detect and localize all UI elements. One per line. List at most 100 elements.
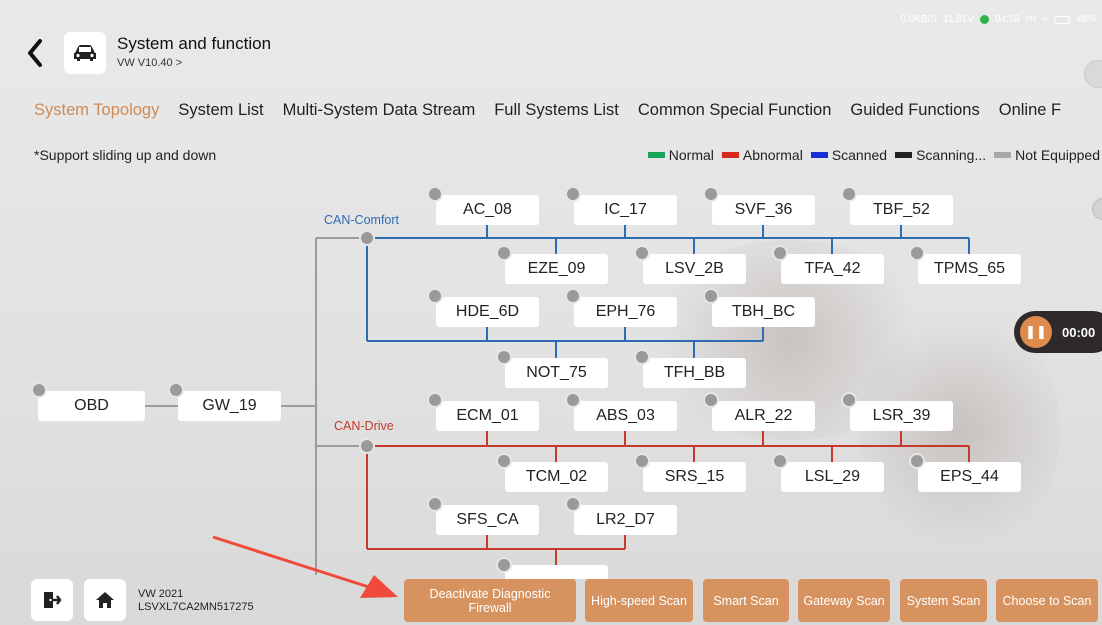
- legend-swatch: [647, 152, 665, 158]
- choose-to-scan-button[interactable]: Choose to Scan: [996, 579, 1098, 622]
- legend-label: Not Equipped: [1015, 147, 1100, 163]
- node-gateway[interactable]: GW_19: [178, 391, 281, 421]
- status-dot: [31, 382, 47, 398]
- can-comfort-label: CAN-Comfort: [324, 213, 400, 227]
- tab-multi-system-data-stream[interactable]: Multi-System Data Stream: [283, 101, 476, 120]
- pause-icon[interactable]: ❚❚: [1020, 316, 1052, 348]
- vehicle-icon-box: [64, 32, 106, 74]
- node-ecu[interactable]: TBH_BC: [712, 297, 815, 327]
- tab-common-special-function[interactable]: Common Special Function: [638, 101, 832, 120]
- status-bar: 0.0KB/S 11.81V 04:58 PM ≈ 48%: [900, 14, 1096, 25]
- tab-guided-functions[interactable]: Guided Functions: [850, 101, 979, 120]
- recording-timer[interactable]: ❚❚ 00:00: [1014, 311, 1102, 353]
- status-dot: [772, 453, 788, 469]
- legend-scanning: Scanning...: [895, 147, 986, 163]
- tab-bar: System Topology System List Multi-System…: [34, 101, 1080, 120]
- legend-swatch: [895, 152, 913, 158]
- node-ecu[interactable]: ABS_03: [574, 401, 677, 431]
- legend-label: Abnormal: [742, 147, 803, 163]
- status-dot: [703, 288, 719, 304]
- node-ecu[interactable]: LSL_29: [781, 462, 884, 492]
- gateway-scan-button[interactable]: Gateway Scan: [798, 579, 890, 622]
- smart-scan-button[interactable]: Smart Scan: [703, 579, 789, 622]
- status-dot: [565, 288, 581, 304]
- node-ecu[interactable]: TBF_52: [850, 195, 953, 225]
- software-version[interactable]: VW V10.40 >: [117, 57, 182, 69]
- exit-button[interactable]: [31, 579, 73, 621]
- legend-swatch: [721, 152, 739, 158]
- connection-icon: [979, 15, 989, 24]
- status-dot: [772, 245, 788, 261]
- home-icon: [96, 592, 114, 608]
- high-speed-scan-button[interactable]: High-speed Scan: [585, 579, 693, 622]
- status-dot: [565, 186, 581, 202]
- battery-level: 48%: [1075, 14, 1096, 25]
- node-ecu[interactable]: AC_08: [436, 195, 539, 225]
- side-handle[interactable]: [1092, 198, 1102, 220]
- node-ecu[interactable]: TCM_02: [505, 462, 608, 492]
- status-dot: [496, 453, 512, 469]
- node-ecu[interactable]: HDE_6D: [436, 297, 539, 327]
- node-ecu[interactable]: EPH_76: [574, 297, 677, 327]
- battery-icon: [1053, 15, 1070, 24]
- legend-abnormal: Abnormal: [721, 147, 803, 163]
- status-dot: [909, 245, 925, 261]
- node-ecu[interactable]: LSV_2B: [643, 254, 746, 284]
- status-dot: [634, 245, 650, 261]
- status-dot: [841, 186, 857, 202]
- tab-system-list[interactable]: System List: [178, 101, 263, 120]
- status-dot: [496, 557, 512, 573]
- legend-label: Normal: [668, 147, 714, 163]
- legend-label: Scanned: [831, 147, 888, 163]
- node-ecu[interactable]: SFS_CA: [436, 505, 539, 535]
- status-dot: [909, 453, 925, 469]
- clock-ampm: PM: [1025, 16, 1037, 23]
- tab-online[interactable]: Online F: [999, 101, 1061, 120]
- tab-system-topology[interactable]: System Topology: [34, 101, 159, 120]
- node-ecu[interactable]: TFH_BB: [643, 358, 746, 388]
- legend-swatch: [810, 152, 828, 158]
- floating-handle[interactable]: [1084, 60, 1102, 88]
- can-drive-label: CAN-Drive: [334, 419, 394, 433]
- status-dot: [703, 392, 719, 408]
- vehicle-model: VW 2021: [138, 588, 184, 600]
- node-ecu[interactable]: LSR_39: [850, 401, 953, 431]
- system-scan-button[interactable]: System Scan: [900, 579, 987, 622]
- bus-hub-drive: [359, 438, 375, 454]
- status-dot: [634, 349, 650, 365]
- node-ecu[interactable]: ALR_22: [712, 401, 815, 431]
- node-ecu-partial[interactable]: [505, 565, 608, 579]
- node-ecu[interactable]: TFA_42: [781, 254, 884, 284]
- status-dot: [427, 186, 443, 202]
- node-ecu[interactable]: EPS_44: [918, 462, 1021, 492]
- status-dot: [427, 392, 443, 408]
- node-ecu[interactable]: TPMS_65: [918, 254, 1021, 284]
- node-ecu[interactable]: NOT_75: [505, 358, 608, 388]
- exit-icon: [44, 592, 62, 608]
- status-dot: [703, 186, 719, 202]
- vehicle-vin: LSVXL7CA2MN517275: [138, 601, 254, 613]
- node-ecu[interactable]: SVF_36: [712, 195, 815, 225]
- car-icon: [74, 45, 96, 61]
- timer-value: 00:00: [1062, 324, 1096, 340]
- node-ecu[interactable]: EZE_09: [505, 254, 608, 284]
- tab-full-systems-list[interactable]: Full Systems List: [494, 101, 619, 120]
- status-dot: [565, 392, 581, 408]
- status-legend: Normal Abnormal Scanned Scanning... Not …: [647, 147, 1100, 163]
- back-button[interactable]: [26, 38, 50, 68]
- deactivate-firewall-button[interactable]: Deactivate Diagnostic Firewall: [404, 579, 576, 622]
- node-ecu[interactable]: SRS_15: [643, 462, 746, 492]
- legend-scanned: Scanned: [810, 147, 888, 163]
- status-dot: [841, 392, 857, 408]
- node-ecu[interactable]: ECM_01: [436, 401, 539, 431]
- node-obd[interactable]: OBD: [38, 391, 145, 421]
- clock: 04:58: [994, 14, 1020, 25]
- legend-not-equipped: Not Equipped: [994, 147, 1100, 163]
- node-ecu[interactable]: LR2_D7: [574, 505, 677, 535]
- voltage: 11.81V: [943, 14, 974, 25]
- home-button[interactable]: [84, 579, 126, 621]
- wifi-icon: ≈: [1042, 14, 1048, 25]
- bus-hub-comfort: [359, 230, 375, 246]
- page-title: System and function: [117, 34, 272, 53]
- node-ecu[interactable]: IC_17: [574, 195, 677, 225]
